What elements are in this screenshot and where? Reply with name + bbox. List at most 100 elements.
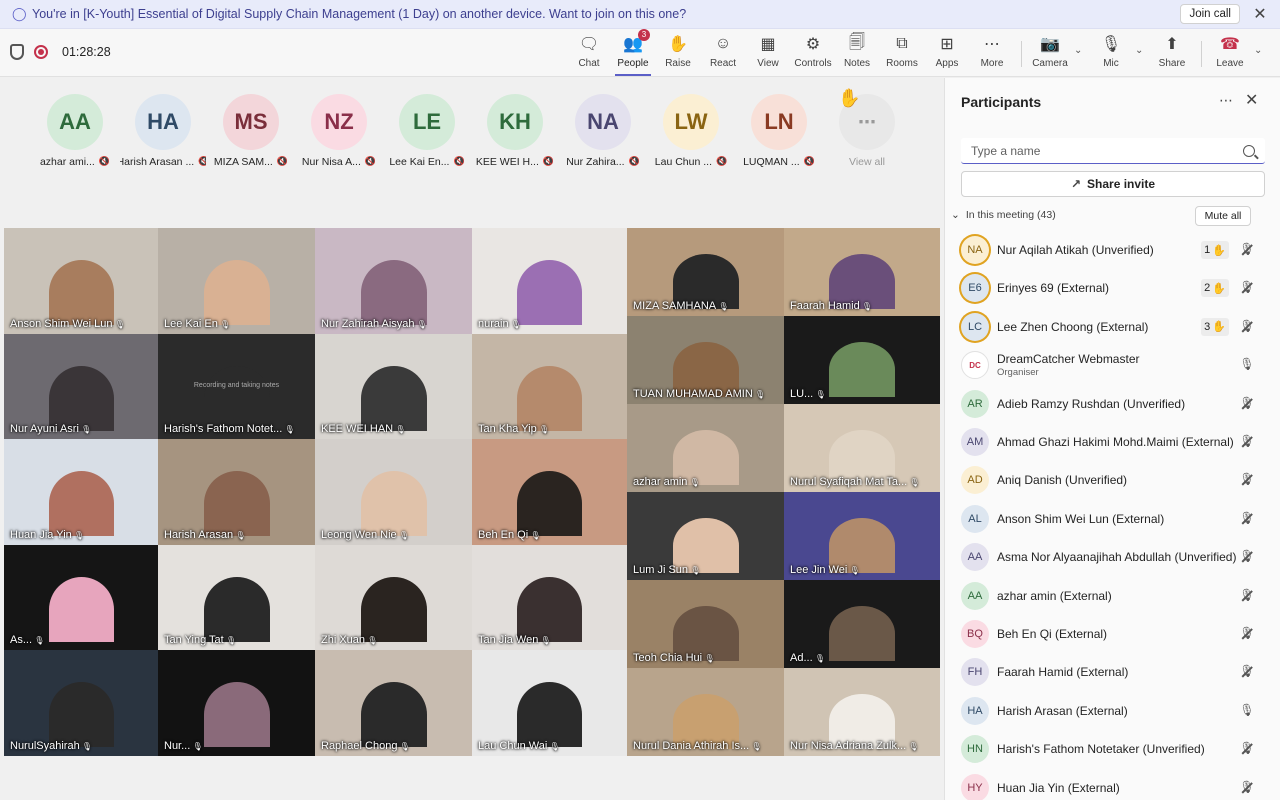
- mic-icon[interactable]: 🎙: [1239, 357, 1255, 373]
- video-tile[interactable]: As...: [4, 544, 158, 651]
- participant-row[interactable]: FH Faarah Hamid (External) 🎙: [945, 653, 1280, 691]
- mic-muted-icon[interactable]: 🎙: [1239, 741, 1255, 757]
- video-tile[interactable]: Ad...: [784, 580, 940, 668]
- video-tile[interactable]: Lau Chun Wai: [472, 650, 627, 756]
- chat-button[interactable]: 🗨 Chat: [564, 33, 614, 73]
- participant-row[interactable]: AR Adieb Ramzy Rushdan (Unverified) 🎙: [945, 385, 1280, 423]
- participant-row[interactable]: LC Lee Zhen Choong (External) 3 ✋ 🎙: [945, 308, 1280, 346]
- video-tile[interactable]: nurain: [472, 228, 627, 334]
- video-tile[interactable]: Harish Arasan: [158, 439, 315, 545]
- close-icon[interactable]: ✕: [1252, 4, 1268, 24]
- mic-muted-icon[interactable]: 🎙: [1239, 242, 1255, 258]
- mic-muted-icon[interactable]: 🎙: [1239, 549, 1255, 565]
- more-button[interactable]: ⋯ More: [967, 33, 1017, 73]
- mic-muted-icon[interactable]: 🎙: [1239, 626, 1255, 642]
- mic-button[interactable]: 🎙 Mic: [1086, 33, 1136, 73]
- participant-row[interactable]: HY Huan Jia Yin (External) 🎙: [945, 769, 1280, 800]
- video-tile[interactable]: KEE WEI HAN: [315, 333, 472, 440]
- participant-row[interactable]: AA azhar amin (External) 🎙: [945, 577, 1280, 615]
- mic-muted-icon[interactable]: 🎙: [1239, 280, 1255, 296]
- video-tile[interactable]: TUAN MUHAMAD AMIN: [627, 316, 784, 404]
- mic-muted-icon[interactable]: 🎙: [1239, 319, 1255, 335]
- strip-participant[interactable]: AA azhar ami... 🔇: [32, 94, 118, 174]
- participant-row[interactable]: BQ Beh En Qi (External) 🎙: [945, 615, 1280, 653]
- view-all-button[interactable]: ⋯ View all: [824, 94, 910, 174]
- controls-button[interactable]: ⚙ Controls: [788, 33, 838, 73]
- video-tile[interactable]: Nur Ayuni Asri: [4, 333, 158, 440]
- more-options-icon[interactable]: ⋯: [1219, 92, 1233, 109]
- search-input[interactable]: [971, 143, 1243, 158]
- video-tile[interactable]: Tan Ying Tat: [158, 544, 315, 651]
- camera-button[interactable]: 📷 Camera: [1025, 33, 1075, 73]
- share-invite-button[interactable]: ↗ Share invite: [961, 171, 1265, 197]
- strip-participant[interactable]: LW Lau Chun ... 🔇: [648, 94, 734, 174]
- video-tile[interactable]: Zhi Xuan: [315, 544, 472, 651]
- react-button[interactable]: ☺ React: [698, 33, 748, 73]
- mic-muted-icon[interactable]: 🎙: [1239, 780, 1255, 796]
- video-tile[interactable]: Huan Jia Yin: [4, 439, 158, 545]
- video-tile[interactable]: Recording and taking notes Harish's Fatho…: [158, 333, 315, 440]
- notes-button[interactable]: 🗐 Notes: [832, 33, 882, 73]
- participant-row[interactable]: AD Aniq Danish (Unverified) 🎙: [945, 461, 1280, 499]
- video-tile[interactable]: Leong Wen Nie: [315, 439, 472, 545]
- participant-row[interactable]: DC DreamCatcher Webmaster Organiser 🎙: [945, 346, 1280, 384]
- video-tile[interactable]: Lee Kai En: [158, 228, 315, 334]
- video-tile[interactable]: Nur Nisa Adriana Zulk...: [784, 668, 940, 756]
- video-tile[interactable]: Tan Kha Yip: [472, 333, 627, 440]
- camera-options-chevron-icon[interactable]: ⌄: [1074, 45, 1082, 56]
- strip-participant[interactable]: HA Harish Arasan ... 🔇: [120, 94, 206, 174]
- mic-muted-icon[interactable]: 🎙: [1239, 588, 1255, 604]
- apps-button[interactable]: ⊞ Apps: [922, 33, 972, 73]
- join-call-button[interactable]: Join call: [1180, 4, 1240, 24]
- participant-row[interactable]: AA Asma Nor Alyaanajihah Abdullah (Unveri…: [945, 538, 1280, 576]
- participant-row[interactable]: E6 Erinyes 69 (External) 2 ✋ 🎙: [945, 269, 1280, 307]
- participant-row[interactable]: HN Harish's Fathom Notetaker (Unverified)…: [945, 730, 1280, 768]
- mic-muted-icon[interactable]: 🎙: [1239, 434, 1255, 450]
- close-icon[interactable]: ✕: [1245, 90, 1258, 110]
- people-button[interactable]: 👥 3 People: [608, 29, 658, 76]
- mic-muted-icon[interactable]: 🎙: [1239, 664, 1255, 680]
- video-tile[interactable]: NurulSyahirah: [4, 650, 158, 756]
- mic-options-chevron-icon[interactable]: ⌄: [1135, 45, 1143, 56]
- strip-participant[interactable]: LE Lee Kai En... 🔇: [384, 94, 470, 174]
- participant-row[interactable]: NA Nur Aqilah Atikah (Unverified) 1 ✋ 🎙: [945, 231, 1280, 269]
- in-meeting-section[interactable]: ⌄ In this meeting (43): [951, 209, 1056, 221]
- mic-muted-icon[interactable]: 🎙: [1239, 396, 1255, 412]
- strip-participant[interactable]: LN LUQMAN ... 🔇: [736, 94, 822, 174]
- video-tile[interactable]: MIZA SAMHANA: [627, 228, 784, 316]
- leave-options-chevron-icon[interactable]: ⌄: [1254, 45, 1262, 56]
- video-tile[interactable]: Lum Ji Sun: [627, 492, 784, 580]
- video-tile[interactable]: Nur Zahirah Aisyah: [315, 228, 472, 334]
- video-tile[interactable]: Faarah Hamid: [784, 228, 940, 316]
- mic-muted-icon[interactable]: 🎙: [1239, 511, 1255, 527]
- share-button[interactable]: ⬆ Share: [1147, 33, 1197, 73]
- video-tile[interactable]: azhar amin: [627, 404, 784, 492]
- view-button[interactable]: ▦ View: [743, 33, 793, 73]
- video-tile[interactable]: Beh En Qi: [472, 439, 627, 545]
- video-tile[interactable]: Lee Jin Wei: [784, 492, 940, 580]
- video-tile[interactable]: Raphael Chong: [315, 650, 472, 756]
- shield-icon[interactable]: [10, 44, 24, 60]
- leave-button[interactable]: ☎ Leave: [1205, 33, 1255, 73]
- strip-participant[interactable]: KH KEE WEI H... 🔇: [472, 94, 558, 174]
- video-tile[interactable]: Tan Jia Wen: [472, 544, 627, 651]
- mic-muted-icon[interactable]: 🎙: [1239, 472, 1255, 488]
- video-tile[interactable]: Nurul Dania Athirah Is...: [627, 668, 784, 756]
- video-tile[interactable]: Anson Shim Wei Lun: [4, 228, 158, 334]
- mute-all-button[interactable]: Mute all: [1195, 206, 1251, 226]
- video-tile[interactable]: Nur...: [158, 650, 315, 756]
- strip-participant[interactable]: MS MIZA SAM... 🔇: [208, 94, 294, 174]
- strip-participant[interactable]: NA Nur Zahira... 🔇: [560, 94, 646, 174]
- video-tile[interactable]: Nurul Syafiqah Mat Ta...: [784, 404, 940, 492]
- strip-participant[interactable]: NZ Nur Nisa A... 🔇: [296, 94, 382, 174]
- video-tile[interactable]: LU...: [784, 316, 940, 404]
- participant-search[interactable]: [961, 138, 1265, 164]
- participant-row[interactable]: HA Harish Arasan (External) 🎙: [945, 692, 1280, 730]
- raise-hand-button[interactable]: ✋ Raise: [653, 33, 703, 73]
- participant-row[interactable]: AL Anson Shim Wei Lun (External) 🎙: [945, 500, 1280, 538]
- participant-row[interactable]: AM Ahmad Ghazi Hakimi Mohd.Maimi (Externa…: [945, 423, 1280, 461]
- rooms-button[interactable]: ⧉ Rooms: [877, 33, 927, 73]
- video-tile[interactable]: Teoh Chia Hui: [627, 580, 784, 668]
- mic-icon[interactable]: 🎙: [1239, 703, 1255, 719]
- tile-name: Harish's Fathom Notet...: [164, 423, 295, 435]
